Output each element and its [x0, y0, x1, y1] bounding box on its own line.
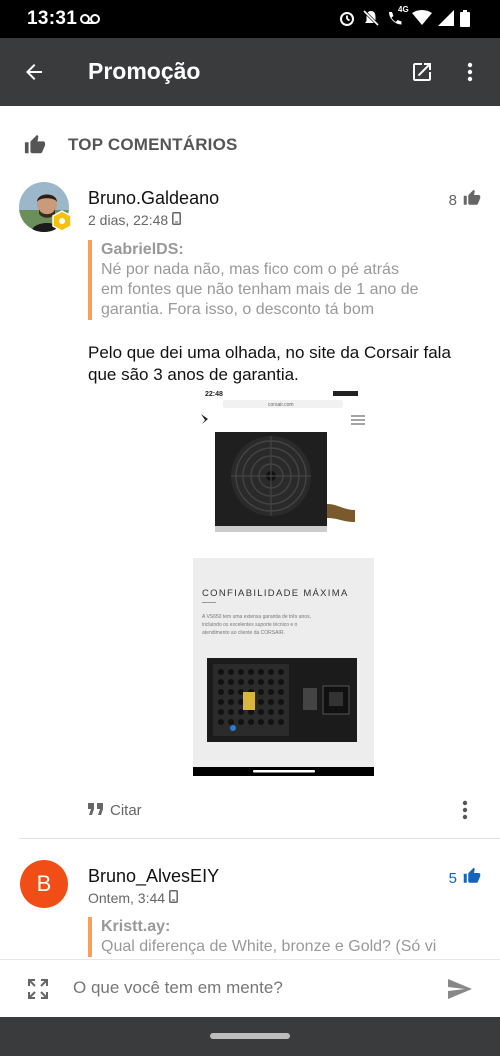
comment-author[interactable]: Bruno.Galdeano: [88, 188, 219, 209]
comment-body-line: Pelo que dei uma olhada, no site da Cors…: [88, 343, 451, 362]
home-gesture-pill[interactable]: [210, 1033, 290, 1039]
notifications-off-icon: [362, 9, 380, 32]
divider: [19, 838, 500, 839]
attachment-heading: CONFIABILIDADE MÁXIMA: [202, 588, 349, 599]
comment-composer: O que você tem em mente?: [0, 959, 500, 1017]
status-bar: 13:31 4G: [0, 0, 500, 38]
system-nav-bar: [0, 1017, 500, 1056]
comment-author[interactable]: Bruno_AlvesEIY: [88, 866, 219, 887]
cite-label: Citar: [110, 802, 142, 819]
avatar[interactable]: B: [20, 860, 68, 908]
page-title: Promoção: [88, 58, 201, 84]
more-options-icon[interactable]: [466, 60, 474, 89]
attachment-image[interactable]: 22:48 corsair.com: [193, 386, 374, 536]
comment-timestamp: 2 dias, 22:48: [88, 212, 169, 228]
quoted-comment: Kristt.ay: Qual diferença de White, bron…: [88, 917, 458, 957]
comment-body: Pelo que dei uma olhada, no site da Cors…: [88, 342, 468, 386]
comment-more-icon[interactable]: [460, 800, 470, 825]
attachment-image[interactable]: CONFIABILIDADE MÁXIMA A VS650 tem uma ex…: [193, 558, 374, 776]
quote-author: Kristt.ay:: [101, 918, 171, 935]
quote-icon: [88, 802, 104, 819]
section-label: TOP COMENTÁRIOS: [68, 135, 238, 154]
thumbs-up-icon: [463, 189, 481, 211]
quote-author: GabrielDS:: [101, 241, 184, 258]
wifi-icon: [412, 10, 432, 31]
cite-button[interactable]: Citar: [88, 802, 142, 819]
comment-meta: Ontem, 3:44: [88, 890, 178, 906]
network-type: 4G: [398, 5, 409, 14]
mobile-device-icon: [169, 890, 178, 906]
quoted-comment: GabrielDS: Né por nada não, mas fico com…: [88, 240, 458, 320]
quote-line: garantia. Fora isso, o desconto tá bom: [101, 301, 375, 318]
top-comments-header: TOP COMENTÁRIOS: [0, 126, 500, 166]
attachment-url: corsair.com: [268, 402, 294, 408]
vote-button[interactable]: 8: [449, 189, 481, 211]
status-time: 13:31: [27, 8, 78, 29]
comment-meta: 2 dias, 22:48: [88, 212, 182, 228]
voicemail-icon: [80, 12, 100, 30]
vote-count: 5: [448, 869, 457, 887]
attachment-caption: incluindo os excelentes suporte técnico …: [202, 622, 298, 628]
thumbs-up-icon: [24, 134, 46, 161]
attachment-caption: atendimento ao cliente da CORSAIR.: [202, 630, 285, 636]
quote-line: em fontes que não tenham mais de 1 ano d…: [101, 281, 419, 298]
attachment-caption: A VS650 tem uma extensa garantia de três…: [202, 614, 311, 620]
vote-count: 8: [448, 191, 457, 209]
quote-line: Qual diferença de White, bronze e Gold? …: [101, 938, 437, 955]
send-icon[interactable]: [447, 977, 473, 1006]
comment-body-line: que são 3 anos de garantia.: [88, 365, 299, 384]
expand-icon[interactable]: [26, 977, 50, 1006]
mobile-device-icon: [172, 212, 182, 228]
signal-icon: [438, 10, 454, 31]
vote-button[interactable]: 5: [449, 867, 481, 889]
alarm-icon: [338, 9, 356, 32]
open-external-icon[interactable]: [410, 60, 434, 89]
wifi-call-icon: 4G: [386, 5, 409, 32]
quote-line: Né por nada não, mas fico com o pé atrás: [101, 261, 399, 278]
back-arrow-icon[interactable]: [22, 60, 46, 89]
thumbs-up-icon: [463, 867, 481, 889]
app-bar: Promoção: [0, 38, 500, 106]
badge-icon: [51, 210, 73, 232]
attachment-time: 22:48: [205, 391, 223, 398]
battery-icon: [460, 9, 470, 32]
comment-timestamp: Ontem, 3:44: [88, 890, 166, 906]
comment-input[interactable]: O que você tem em mente?: [73, 978, 283, 998]
